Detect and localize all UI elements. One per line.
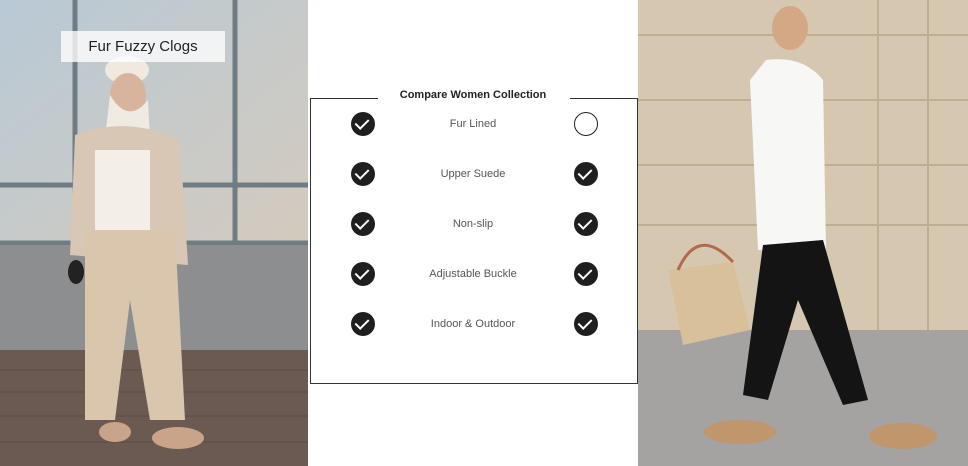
check-icon bbox=[574, 262, 598, 286]
right-photo-panel bbox=[638, 0, 968, 466]
comparison-frame bbox=[310, 98, 638, 384]
feature-label: Fur Lined bbox=[449, 118, 497, 130]
check-icon bbox=[574, 312, 598, 336]
empty-circle-icon bbox=[574, 112, 598, 136]
feature-label: Adjustable Buckle bbox=[429, 268, 517, 280]
comparison-row: Adjustable Buckle bbox=[308, 262, 638, 290]
check-icon bbox=[351, 312, 375, 336]
feature-label: Upper Suede bbox=[440, 168, 506, 180]
left-photo-panel: Fur Fuzzy Clogs bbox=[0, 0, 308, 466]
check-icon bbox=[351, 262, 375, 286]
feature-label: Indoor & Outdoor bbox=[430, 318, 516, 330]
comparison-panel: Compare Women Collection Fur Lined Upper… bbox=[308, 0, 638, 466]
check-icon bbox=[351, 162, 375, 186]
woman-walking-photo bbox=[638, 0, 968, 466]
feature-label: Non-slip bbox=[452, 218, 494, 230]
comparison-row: Upper Suede bbox=[308, 162, 638, 190]
comparison-title: Compare Women Collection bbox=[308, 89, 638, 101]
check-icon bbox=[351, 112, 375, 136]
comparison-row: Fur Lined bbox=[308, 112, 638, 140]
comparison-row: Non-slip bbox=[308, 212, 638, 240]
check-icon bbox=[574, 162, 598, 186]
check-icon bbox=[574, 212, 598, 236]
comparison-row: Indoor & Outdoor bbox=[308, 312, 638, 340]
check-icon bbox=[351, 212, 375, 236]
woman-in-winter-outfit-photo bbox=[0, 0, 308, 466]
product-tag: Fur Fuzzy Clogs bbox=[61, 31, 225, 62]
